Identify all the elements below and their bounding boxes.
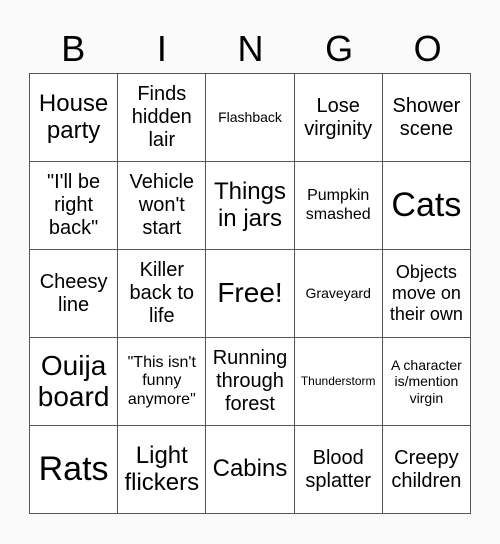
header-letter-b: B [61,28,86,69]
header-letter-o: O [413,28,442,69]
bingo-cell[interactable]: Ouija board [30,338,119,426]
bingo-cell[interactable]: Objects move on their own [382,250,471,338]
bingo-header: B I N G O [29,26,472,72]
bingo-cell[interactable]: Cabins [206,426,295,514]
bingo-cell[interactable]: Cats [382,162,471,250]
bingo-cell[interactable]: Things in jars [206,162,295,250]
bingo-cell[interactable]: Creepy children [382,426,471,514]
bingo-cell[interactable]: "I'll be right back" [30,162,119,250]
header-letter-i: I [156,28,167,69]
bingo-card: House party Finds hidden lair Flashback … [29,73,471,514]
bingo-cell[interactable]: Thunderstorm [294,338,383,426]
bingo-cell[interactable]: Running through forest [206,338,295,426]
header-letter-n: N [237,28,264,69]
bingo-cell[interactable]: Blood splatter [294,426,383,514]
bingo-cell[interactable]: Vehicle won't start [118,162,207,250]
bingo-cell[interactable]: Rats [30,426,119,514]
bingo-cell[interactable]: Shower scene [382,74,471,162]
bingo-cell[interactable]: Light flickers [118,426,207,514]
bingo-cell[interactable]: House party [30,74,119,162]
bingo-cell[interactable]: "This isn't funny anymore" [118,338,207,426]
bingo-cell[interactable]: Flashback [206,74,295,162]
header-letter-g: G [325,28,354,69]
bingo-cell[interactable]: Pumpkin smashed [294,162,383,250]
bingo-cell[interactable]: Finds hidden lair [118,74,207,162]
free-space-cell[interactable]: Free! [206,250,295,338]
bingo-cell[interactable]: Killer back to life [118,250,207,338]
bingo-cell[interactable]: Cheesy line [30,250,119,338]
bingo-cell[interactable]: A character is/mention virgin [382,338,471,426]
bingo-cell[interactable]: Lose virginity [294,74,383,162]
bingo-cell[interactable]: Graveyard [294,250,383,338]
